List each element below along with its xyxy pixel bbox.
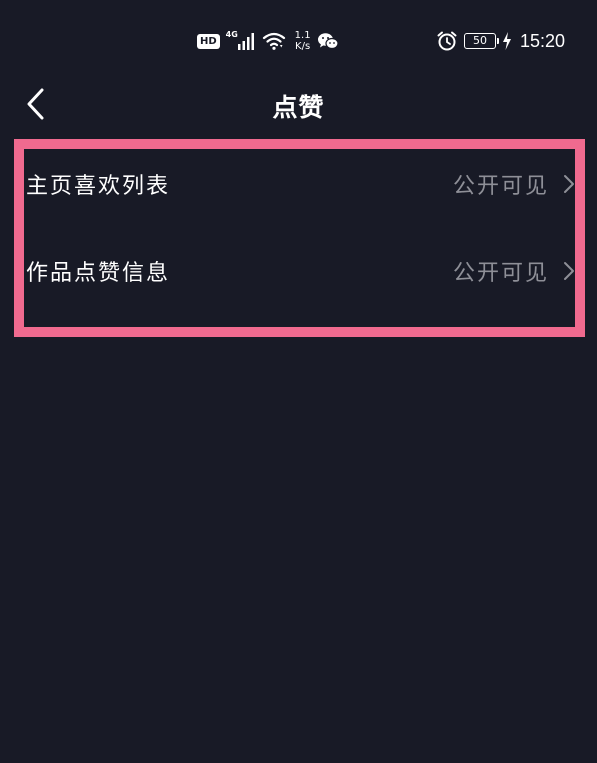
status-bar-left-group: HD 4G 1.1 K/s — [197, 26, 339, 56]
status-bar: HD 4G 1.1 K/s 50 15:20 — [0, 0, 597, 80]
list-item-label: 主页喜欢列表 — [26, 174, 171, 199]
hd-icon: HD — [197, 33, 220, 49]
list-item-value: 公开可见 — [452, 174, 549, 199]
list-item-work-likes-info[interactable]: 作品点赞信息 公开可见 — [26, 236, 575, 306]
signal-bars — [237, 33, 254, 50]
header-bar: 点赞 — [0, 78, 597, 130]
net-speed-unit: K/s — [295, 41, 311, 52]
list-item-label: 作品点赞信息 — [26, 261, 171, 286]
wifi-icon — [262, 32, 285, 50]
signal-icon: 4G — [226, 30, 256, 52]
net-speed-value: 1.1 — [294, 30, 311, 41]
status-time: 15:20 — [519, 30, 565, 51]
list-item-right: 公开可见 — [453, 255, 575, 287]
network-type-label: 4G — [225, 30, 238, 39]
alarm-icon — [437, 31, 457, 51]
list-item-right: 公开可见 — [453, 168, 575, 200]
battery-icon: 50 — [463, 33, 499, 49]
list-item-value: 公开可见 — [452, 261, 549, 286]
settings-list: 主页喜欢列表 公开可见 作品点赞信息 公开可见 — [26, 149, 575, 327]
page-title: 点赞 — [272, 93, 325, 122]
net-speed: 1.1 K/s — [295, 30, 311, 52]
wechat-icon — [317, 33, 339, 50]
charging-icon — [502, 32, 511, 50]
list-item-homepage-likes[interactable]: 主页喜欢列表 公开可见 — [26, 149, 575, 219]
chevron-right-icon — [564, 262, 574, 280]
chevron-right-icon — [564, 175, 574, 193]
status-bar-right-group: 50 15:20 — [436, 28, 565, 54]
